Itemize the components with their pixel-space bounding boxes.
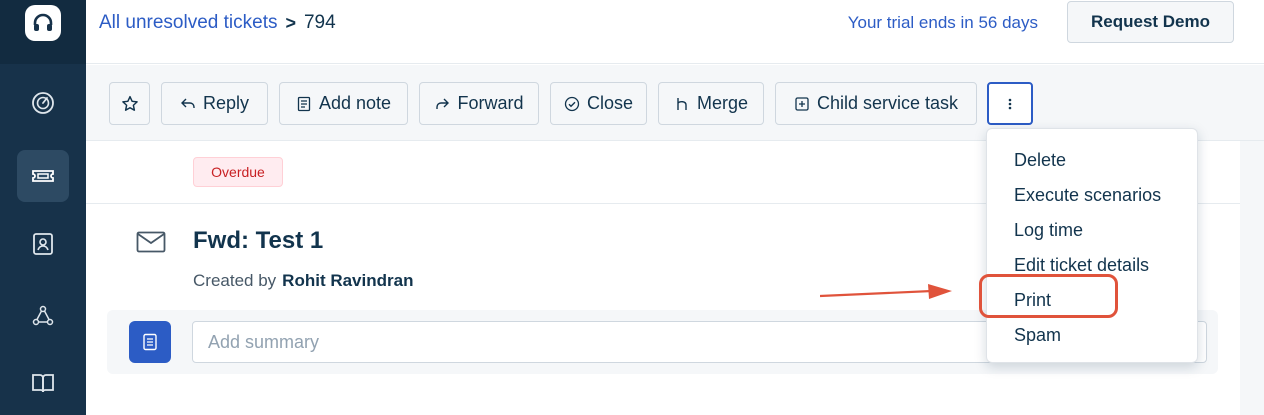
breadcrumb-separator: >: [285, 12, 296, 33]
close-button[interactable]: Close: [550, 82, 647, 125]
sidebar-item-dashboard[interactable]: [17, 77, 69, 129]
merge-label: Merge: [696, 93, 749, 113]
trial-link[interactable]: Your trial ends in 56 days: [848, 13, 1038, 33]
reply-button[interactable]: Reply: [161, 82, 268, 125]
network-icon: [32, 305, 54, 326]
ticket-id: 794: [303, 12, 336, 33]
reply-icon: [180, 98, 195, 108]
right-panel-edge: [1240, 141, 1264, 415]
more-actions-menu: Delete Execute scenarios Log time Edit t…: [986, 128, 1198, 363]
note-icon: [297, 96, 311, 111]
sidebar-item-solutions[interactable]: [17, 357, 69, 409]
contact-icon: [33, 233, 53, 255]
top-header: All unresolved tickets > 794 Your trial …: [86, 0, 1264, 64]
dashboard-icon: [32, 92, 54, 114]
summary-icon[interactable]: [129, 321, 171, 363]
sidebar-logo-area: [0, 0, 86, 64]
star-button[interactable]: [109, 82, 150, 125]
menu-item-log-time[interactable]: Log time: [1014, 220, 1083, 241]
print-highlight-box: [979, 274, 1118, 318]
status-badge: Overdue: [193, 157, 283, 187]
merge-icon: [677, 97, 687, 110]
vertical-dots-icon: [1008, 98, 1012, 109]
merge-button[interactable]: Merge: [658, 82, 764, 125]
sidebar-item-tickets[interactable]: [17, 150, 69, 202]
add-note-button[interactable]: Add note: [279, 82, 408, 125]
reply-label: Reply: [202, 93, 250, 113]
headset-icon[interactable]: [25, 5, 61, 41]
sidebar: [0, 0, 86, 415]
close-label: Close: [586, 93, 634, 113]
annotation-arrow: [820, 284, 952, 299]
child-service-task-label: Child service task: [816, 93, 959, 113]
ticket-icon: [32, 170, 54, 182]
mail-icon: [136, 231, 166, 253]
plus-square-icon: [795, 96, 809, 111]
menu-item-execute-scenarios[interactable]: Execute scenarios: [1014, 185, 1161, 206]
check-circle-icon: [564, 96, 580, 111]
sidebar-item-contacts[interactable]: [17, 218, 69, 270]
author-link[interactable]: Rohit Ravindran: [282, 271, 413, 290]
forward-button[interactable]: Forward: [419, 82, 539, 125]
book-icon: [32, 374, 54, 393]
request-demo-button[interactable]: Request Demo: [1067, 1, 1234, 43]
breadcrumb-link-unresolved[interactable]: All unresolved tickets: [99, 12, 277, 34]
sidebar-item-network[interactable]: [17, 290, 69, 342]
forward-icon: [436, 98, 450, 109]
ticket-subject: Fwd: Test 1: [193, 227, 324, 254]
created-by: Created by Rohit Ravindran: [193, 271, 413, 291]
forward-label: Forward: [457, 93, 524, 113]
star-icon: [121, 95, 138, 111]
menu-item-edit-ticket-details[interactable]: Edit ticket details: [1014, 255, 1149, 276]
child-service-task-button[interactable]: Child service task: [775, 82, 977, 125]
more-actions-button[interactable]: [987, 82, 1033, 125]
menu-item-delete[interactable]: Delete: [1014, 150, 1066, 171]
breadcrumb: All unresolved tickets > 794: [99, 12, 336, 34]
created-by-label: Created by: [193, 271, 277, 290]
add-note-label: Add note: [318, 93, 392, 113]
menu-item-spam[interactable]: Spam: [1014, 325, 1061, 346]
